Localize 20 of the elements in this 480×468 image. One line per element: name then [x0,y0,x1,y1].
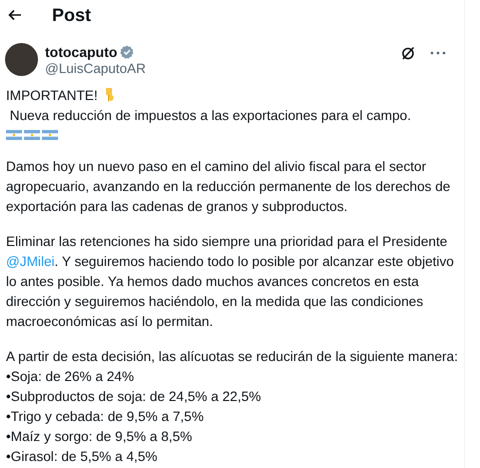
more-options-icon[interactable] [430,50,446,54]
subheadline-text: Nueva reducción de impuestos a las exportaciones para el campo. [8,107,412,125]
flag-icon [6,130,22,140]
list-item: •Trigo y cebada: de 9,5% a 7,5% [6,408,205,426]
list-item: •Girasol: de 5,5% a 4,5% [6,448,158,466]
list-item: •Maíz y sorgo: de 9,5% a 8,5% [6,428,194,446]
slashed-circle-icon[interactable] [400,44,416,60]
list-item: •Soja: de 26% a 24% [6,368,135,386]
list-intro-text: A partir de esta decisión, las alícuotas se reducirán de la siguiente manera: [6,348,459,366]
avatar[interactable] [5,43,38,76]
post-paragraph: Eliminar las retenciones ha sido siempre una prioridad para el Presidente @JMilei. Y seguiremos haciendo todo lo posible por alcanzar este objetivo lo antes posible. Ya hemos dado muchos avances concretos en esta dirección y seguiremos haciéndolo, en la medida que las condiciones macroeconómicas así lo permitan. [6,233,455,331]
post-paragraph: Damos hoy un nuevo paso en el camino del alivio fiscal para el sector agropecuario, avanzando en la reducción permanente de los derechos de exportación para las cadenas de granos y subproductos. [6,158,452,216]
headline-text: IMPORTANTE! [6,88,98,103]
list-item: •Subproductos de soja: de 24,5% a 22,5% [6,388,262,406]
flag-icon [42,130,58,140]
author-name[interactable]: totocaputo [45,44,118,60]
back-arrow-icon[interactable] [8,9,22,21]
author-handle[interactable]: @LuisCaputoAR [45,60,400,76]
flag-icon [24,130,40,140]
page-title: Post [52,4,92,26]
